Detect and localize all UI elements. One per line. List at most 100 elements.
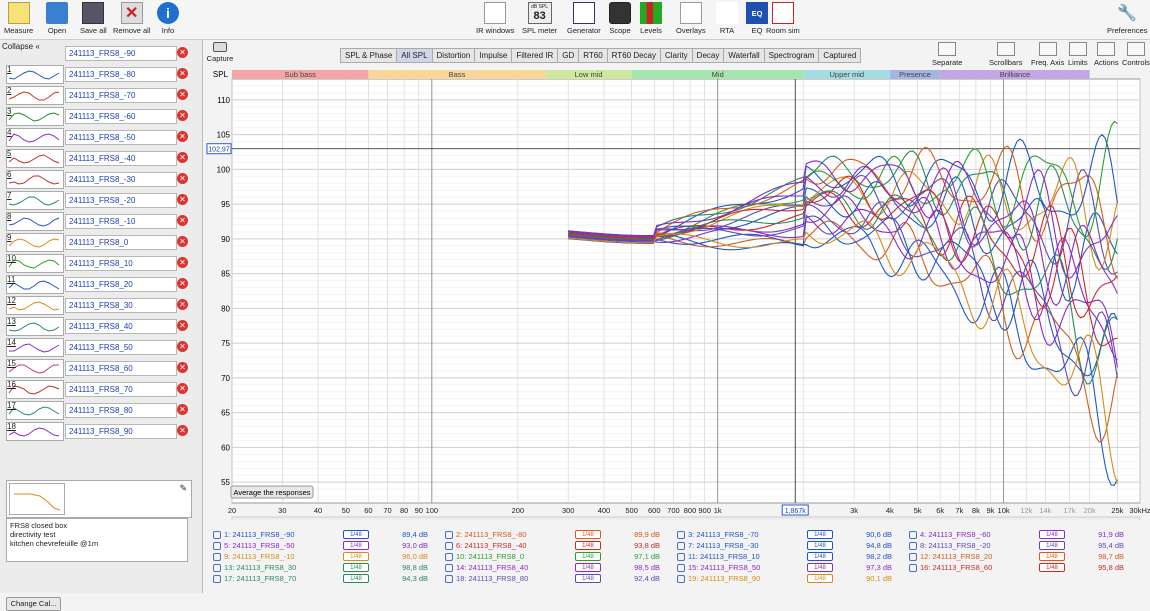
measurement-row[interactable]: 7 241113_FRS8_-20 ✕	[2, 190, 198, 211]
ir-windows-button[interactable]: IR windows	[476, 2, 514, 35]
measurement-name[interactable]: 241113_FRS8_40	[65, 319, 177, 334]
smoothing-badge[interactable]: 1/48	[1039, 563, 1065, 572]
measurement-name[interactable]: 241113_FRS8_10	[65, 256, 177, 271]
legend-checkbox[interactable]	[445, 575, 453, 584]
legend-checkbox[interactable]	[909, 553, 917, 562]
tab-gd[interactable]: GD	[557, 48, 580, 63]
change-cal-button[interactable]: Change Cal...	[6, 597, 61, 611]
measurement-name[interactable]: 241113_FRS8_70	[65, 382, 177, 397]
smoothing-badge[interactable]: 1/48	[575, 563, 601, 572]
spl-chart[interactable]: Sub bass Bass Low mid Mid Upper mid Presence B…	[205, 65, 1150, 520]
actions-button[interactable]: Actions	[1094, 42, 1119, 67]
legend-item[interactable]: 10: 241113_FRS8_0 1/48 97,1 dB	[445, 552, 673, 563]
legend-item[interactable]: 6: 241113_FRS8_-40 1/48 93,8 dB	[445, 541, 673, 552]
legend-checkbox[interactable]	[445, 531, 453, 540]
info-button[interactable]: i Info	[157, 2, 179, 35]
measurement-name[interactable]: 241113_FRS8_-90	[65, 46, 177, 61]
legend-item[interactable]: 14: 241113_FRS8_40 1/48 98,5 dB	[445, 563, 673, 574]
measurement-row[interactable]: 8 241113_FRS8_-10 ✕	[2, 211, 198, 232]
limits-button[interactable]: Limits	[1068, 42, 1088, 67]
legend-item[interactable]: 17: 241113_FRS8_70 1/48 94,3 dB	[213, 574, 441, 585]
remove-measurement-icon[interactable]: ✕	[177, 236, 188, 247]
smoothing-badge[interactable]: 1/48	[807, 563, 833, 572]
rta-button[interactable]: RTA	[716, 2, 738, 35]
remove-measurement-icon[interactable]: ✕	[177, 278, 188, 289]
preferences-button[interactable]: 🔧 Preferences	[1107, 2, 1147, 35]
remove-measurement-icon[interactable]: ✕	[177, 404, 188, 415]
measurement-name[interactable]: 241113_FRS8_-10	[65, 214, 177, 229]
tab-captured[interactable]: Captured	[818, 48, 862, 63]
measurement-row[interactable]: 241113_FRS8_-90 ✕	[2, 43, 198, 64]
measurement-row[interactable]: 16 241113_FRS8_70 ✕	[2, 379, 198, 400]
legend-item[interactable]: 13: 241113_FRS8_30 1/48 98,8 dB	[213, 563, 441, 574]
smoothing-badge[interactable]: 1/48	[1039, 552, 1065, 561]
eq-button[interactable]: EQ EQ	[746, 2, 768, 35]
horizontal-scrollbar[interactable]	[231, 516, 1141, 520]
measurement-name[interactable]: 241113_FRS8_-70	[65, 88, 177, 103]
measurement-row[interactable]: 14 241113_FRS8_50 ✕	[2, 337, 198, 358]
tab-waterfall[interactable]: Waterfall	[723, 48, 765, 63]
legend-item[interactable]: 16: 241113_FRS8_60 1/48 95,8 dB	[909, 563, 1137, 574]
measurement-row[interactable]: 6 241113_FRS8_-30 ✕	[2, 169, 198, 190]
tab-decay[interactable]: Decay	[691, 48, 725, 63]
measurement-row[interactable]: 18 241113_FRS8_90 ✕	[2, 421, 198, 442]
legend-item[interactable]: 15: 241113_FRS8_50 1/48 97,3 dB	[677, 563, 905, 574]
remove-measurement-icon[interactable]: ✕	[177, 341, 188, 352]
remove-measurement-icon[interactable]: ✕	[177, 383, 188, 394]
tab-all-spl[interactable]: All SPL	[396, 48, 433, 63]
legend-item[interactable]: 2: 241113_FRS8_-80 1/48 89,9 dB	[445, 530, 673, 541]
smoothing-badge[interactable]: 1/48	[807, 530, 833, 539]
legend-item[interactable]: 7: 241113_FRS8_-30 1/48 94,8 dB	[677, 541, 905, 552]
legend-checkbox[interactable]	[677, 553, 685, 562]
smoothing-badge[interactable]: 1/48	[343, 574, 369, 583]
smoothing-badge[interactable]: 1/48	[343, 552, 369, 561]
measurement-row[interactable]: 1 241113_FRS8_-80 ✕	[2, 64, 198, 85]
edit-icon[interactable]: ✎	[179, 483, 187, 494]
measurement-name[interactable]: 241113_FRS8_-40	[65, 151, 177, 166]
tab-spectrogram[interactable]: Spectrogram	[763, 48, 820, 63]
legend-checkbox[interactable]	[677, 564, 685, 573]
legend-checkbox[interactable]	[445, 542, 453, 551]
measurement-name[interactable]: 241113_FRS8_-30	[65, 172, 177, 187]
legend-item[interactable]: 19: 241113_FRS8_90 1/48 90,1 dB	[677, 574, 905, 585]
measurement-name[interactable]: 241113_FRS8_-80	[65, 67, 177, 82]
smoothing-badge[interactable]: 1/48	[807, 574, 833, 583]
generator-button[interactable]: Generator	[567, 2, 601, 35]
measurement-row[interactable]: 2 241113_FRS8_-70 ✕	[2, 85, 198, 106]
remove-measurement-icon[interactable]: ✕	[177, 152, 188, 163]
legend-item[interactable]: 4: 241113_FRS8_-60 1/48 91,9 dB	[909, 530, 1137, 541]
smoothing-badge[interactable]: 1/48	[575, 552, 601, 561]
separate-button[interactable]: Separate	[932, 42, 962, 67]
measurement-name[interactable]: 241113_FRS8_-50	[65, 130, 177, 145]
measurement-row[interactable]: 10 241113_FRS8_10 ✕	[2, 253, 198, 274]
capture-button[interactable]: Capture	[205, 42, 235, 63]
measurement-name[interactable]: 241113_FRS8_30	[65, 298, 177, 313]
legend-checkbox[interactable]	[909, 542, 917, 551]
measurement-row[interactable]: 3 241113_FRS8_-60 ✕	[2, 106, 198, 127]
remove-measurement-icon[interactable]: ✕	[177, 299, 188, 310]
average-button[interactable]: Average the responses	[230, 485, 314, 499]
legend-item[interactable]: 9: 241113_FRS8_-10 1/48 96,0 dB	[213, 552, 441, 563]
legend-item[interactable]: 3: 241113_FRS8_-70 1/48 90,6 dB	[677, 530, 905, 541]
smoothing-badge[interactable]: 1/48	[1039, 530, 1065, 539]
remove-measurement-icon[interactable]: ✕	[177, 257, 188, 268]
tab-rt60[interactable]: RT60	[578, 48, 608, 63]
remove-measurement-icon[interactable]: ✕	[177, 47, 188, 58]
tab-clarity[interactable]: Clarity	[660, 48, 693, 63]
controls-button[interactable]: Controls	[1122, 42, 1150, 67]
remove-measurement-icon[interactable]: ✕	[177, 215, 188, 226]
smoothing-badge[interactable]: 1/48	[343, 541, 369, 550]
overlays-button[interactable]: Overlays	[676, 2, 706, 35]
tab-rt60-decay[interactable]: RT60 Decay	[606, 48, 661, 63]
legend-checkbox[interactable]	[213, 542, 221, 551]
measurement-name[interactable]: 241113_FRS8_80	[65, 403, 177, 418]
legend-item[interactable]: 1: 241113_FRS8_-90 1/48 89,4 dB	[213, 530, 441, 541]
room-sim-button[interactable]: Room sim	[766, 2, 800, 35]
legend-item[interactable]: 18: 241113_FRS8_80 1/48 92,4 dB	[445, 574, 673, 585]
remove-measurement-icon[interactable]: ✕	[177, 68, 188, 79]
legend-checkbox[interactable]	[213, 575, 221, 584]
legend-checkbox[interactable]	[213, 553, 221, 562]
measurement-name[interactable]: 241113_FRS8_50	[65, 340, 177, 355]
remove-measurement-icon[interactable]: ✕	[177, 110, 188, 121]
legend-checkbox[interactable]	[677, 531, 685, 540]
